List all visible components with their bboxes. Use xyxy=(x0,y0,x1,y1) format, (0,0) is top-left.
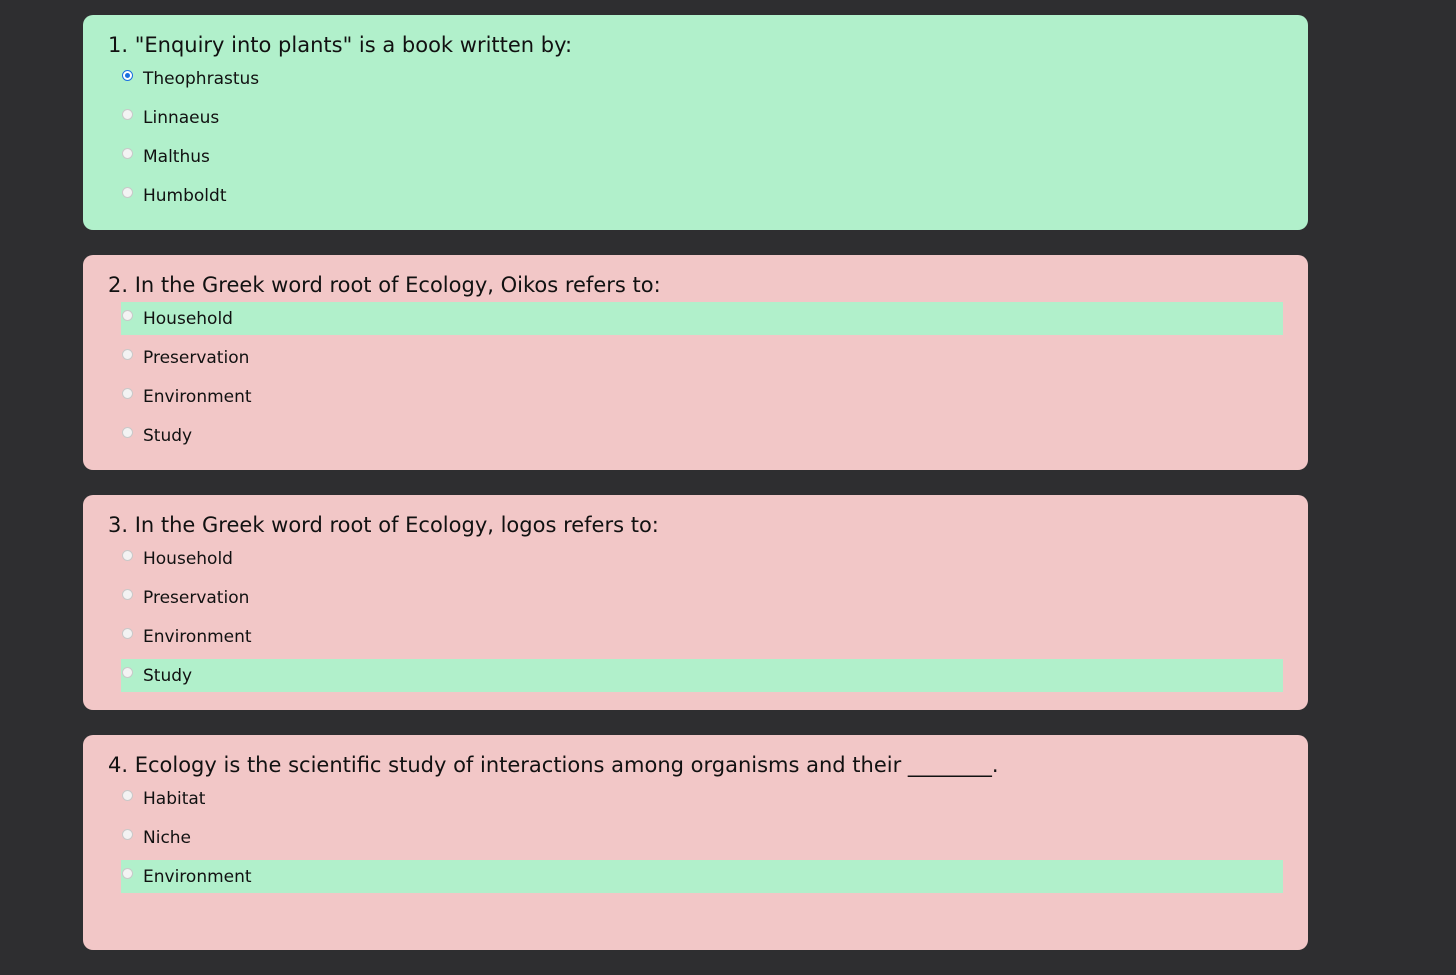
answer-option-label: Preservation xyxy=(143,588,250,608)
question-card-2: 2. In the Greek word root of Ecology, Oi… xyxy=(83,255,1308,470)
answer-option-label: Study xyxy=(143,426,193,446)
answer-option[interactable]: Preservation xyxy=(121,581,1283,614)
answer-option-label: Study xyxy=(143,666,193,686)
answer-option[interactable]: Study xyxy=(121,419,1283,452)
radio-button[interactable] xyxy=(122,589,133,600)
radio-button[interactable] xyxy=(122,388,133,399)
answer-option[interactable]: Environment xyxy=(121,620,1283,653)
answer-option-label: Environment xyxy=(143,627,252,647)
question-card-1: 1. "Enquiry into plants" is a book writt… xyxy=(83,15,1308,230)
radio-button[interactable] xyxy=(122,109,133,120)
answer-option[interactable]: Environment xyxy=(121,380,1283,413)
answer-options: Theophrastus Linnaeus Malthus Humboldt xyxy=(108,62,1283,212)
question-text: 4. Ecology is the scientific study of in… xyxy=(108,753,999,777)
radio-button[interactable] xyxy=(122,148,133,159)
radio-button[interactable] xyxy=(122,349,133,360)
answer-options: Household Preservation Environment Study xyxy=(108,542,1283,692)
answer-option[interactable]: Theophrastus xyxy=(121,62,1283,95)
radio-button-selected[interactable] xyxy=(122,70,133,81)
quiz-container: 1. "Enquiry into plants" is a book writt… xyxy=(83,15,1308,975)
answer-option-label: Theophrastus xyxy=(143,69,260,89)
radio-button[interactable] xyxy=(122,187,133,198)
question-card-4: 4. Ecology is the scientific study of in… xyxy=(83,735,1308,950)
answer-option[interactable]: Niche xyxy=(121,821,1283,854)
answer-options: Household Preservation Environment Study xyxy=(108,302,1283,452)
answer-option-label: Household xyxy=(143,549,233,569)
answer-option-label: Linnaeus xyxy=(143,108,220,128)
radio-button[interactable] xyxy=(122,550,133,561)
radio-button[interactable] xyxy=(122,790,133,801)
radio-button[interactable] xyxy=(122,667,133,678)
answer-option-correct[interactable]: Environment xyxy=(121,860,1283,893)
radio-button[interactable] xyxy=(122,427,133,438)
answer-option-label: Preservation xyxy=(143,348,250,368)
question-text: 1. "Enquiry into plants" is a book writt… xyxy=(108,33,573,57)
radio-button[interactable] xyxy=(122,829,133,840)
answer-option-label: Environment xyxy=(143,387,252,407)
answer-options: Habitat Niche Environment xyxy=(108,782,1283,893)
answer-option[interactable]: Humboldt xyxy=(121,179,1283,212)
answer-option-label: Malthus xyxy=(143,147,210,167)
answer-option[interactable]: Preservation xyxy=(121,341,1283,374)
answer-option-label: Niche xyxy=(143,828,192,848)
answer-option-label: Environment xyxy=(143,867,252,887)
answer-option[interactable]: Household xyxy=(121,542,1283,575)
answer-option-correct[interactable]: Household xyxy=(121,302,1283,335)
answer-option-label: Humboldt xyxy=(143,186,227,206)
answer-option[interactable]: Linnaeus xyxy=(121,101,1283,134)
answer-option-correct[interactable]: Study xyxy=(121,659,1283,692)
radio-button[interactable] xyxy=(122,310,133,321)
answer-option[interactable]: Habitat xyxy=(121,782,1283,815)
radio-button[interactable] xyxy=(122,868,133,879)
radio-button[interactable] xyxy=(122,628,133,639)
answer-option[interactable]: Malthus xyxy=(121,140,1283,173)
question-text: 3. In the Greek word root of Ecology, lo… xyxy=(108,513,659,537)
question-text: 2. In the Greek word root of Ecology, Oi… xyxy=(108,273,661,297)
answer-option-label: Household xyxy=(143,309,233,329)
question-card-3: 3. In the Greek word root of Ecology, lo… xyxy=(83,495,1308,710)
answer-option-label: Habitat xyxy=(143,789,206,809)
